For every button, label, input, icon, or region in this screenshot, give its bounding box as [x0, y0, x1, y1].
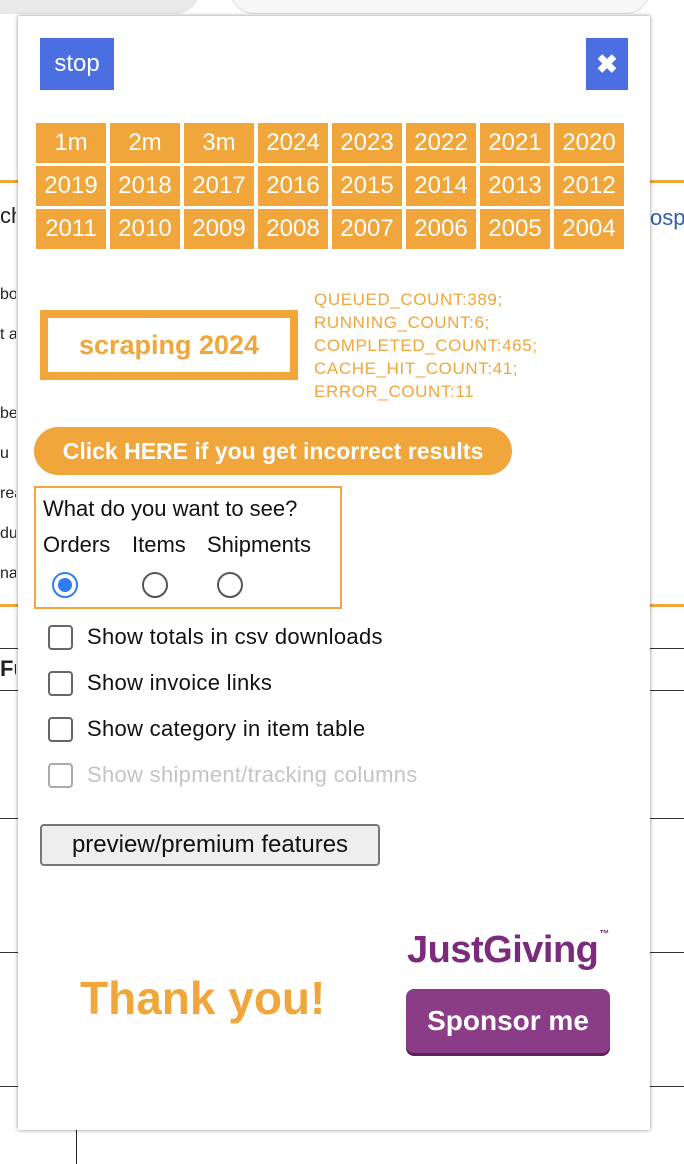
option-invoice-links[interactable]: Show invoice links: [48, 668, 272, 698]
checkbox-label: Show category in item table: [87, 716, 366, 741]
checkbox-invoice-links[interactable]: [48, 670, 73, 696]
checkbox-show-category[interactable]: [48, 716, 73, 742]
bg-fragment: ch: [0, 203, 16, 228]
scraping-status: scraping 2024: [40, 310, 298, 380]
range-button-1m[interactable]: 1m: [36, 123, 106, 163]
date-range-grid: 1m 2m 3m 2024 2023 2022 2021 2020 2019 2…: [36, 123, 624, 249]
year-button-2019[interactable]: 2019: [36, 166, 106, 206]
year-button-2024[interactable]: 2024: [258, 123, 328, 163]
option-shipment-columns: Show shipment/tracking columns: [48, 760, 418, 790]
checkbox-show-totals[interactable]: [48, 624, 73, 650]
stat-queued: QUEUED_COUNT:389;: [314, 290, 503, 309]
justgiving-logo-text: JustGiving: [407, 929, 599, 971]
scraper-popup: stop ✖ 1m 2m 3m 2024 2023 2022 2021 2020…: [18, 16, 650, 1130]
option-show-category[interactable]: Show category in item table: [48, 714, 365, 744]
bg-fragment-bold: Fu: [0, 656, 16, 681]
bg-fragment: t a: [0, 326, 16, 343]
bg-fragment: be: [0, 405, 16, 422]
year-button-2017[interactable]: 2017: [184, 166, 254, 206]
bg-fragment: nar: [0, 565, 16, 582]
stat-error: ERROR_COUNT:11: [314, 382, 475, 401]
year-button-2007[interactable]: 2007: [332, 209, 402, 249]
checkbox-shipment-columns: [48, 762, 73, 788]
sponsor-me-button[interactable]: Sponsor me: [406, 989, 610, 1053]
bg-fragment: bou: [0, 286, 16, 303]
browser-tab-right: [230, 0, 650, 14]
trademark-mark: ™: [599, 929, 609, 940]
bg-fragment: u: [0, 445, 9, 462]
range-button-2m[interactable]: 2m: [110, 123, 180, 163]
year-button-2022[interactable]: 2022: [406, 123, 476, 163]
scrape-stats: QUEUED_COUNT:389; RUNNING_COUNT:6; COMPL…: [314, 288, 538, 403]
year-button-2020[interactable]: 2020: [554, 123, 624, 163]
radio-shipments[interactable]: [217, 572, 243, 598]
year-button-2006[interactable]: 2006: [406, 209, 476, 249]
year-button-2021[interactable]: 2021: [480, 123, 550, 163]
bg-fragment: du: [0, 525, 16, 542]
thank-you-text: Thank you!: [80, 972, 326, 1024]
option-show-totals[interactable]: Show totals in csv downloads: [48, 622, 383, 652]
browser-tab-left: [0, 0, 200, 14]
checkbox-label: Show shipment/tracking columns: [87, 762, 418, 787]
year-button-2012[interactable]: 2012: [554, 166, 624, 206]
stat-cache-hit: CACHE_HIT_COUNT:41;: [314, 359, 519, 378]
year-button-2013[interactable]: 2013: [480, 166, 550, 206]
option-label-orders: Orders: [43, 532, 111, 557]
year-button-2009[interactable]: 2009: [184, 209, 254, 249]
year-button-2023[interactable]: 2023: [332, 123, 402, 163]
year-button-2004[interactable]: 2004: [554, 209, 624, 249]
year-button-2005[interactable]: 2005: [480, 209, 550, 249]
stat-completed: COMPLETED_COUNT:465;: [314, 336, 538, 355]
bg-fragment-link: ospi: [650, 205, 684, 230]
stat-running: RUNNING_COUNT:6;: [314, 313, 490, 332]
bg-fragment: rea: [0, 485, 16, 502]
year-button-2008[interactable]: 2008: [258, 209, 328, 249]
close-icon: ✖: [596, 48, 618, 79]
option-label-items: Items: [132, 532, 186, 557]
range-button-3m[interactable]: 3m: [184, 123, 254, 163]
year-button-2016[interactable]: 2016: [258, 166, 328, 206]
year-button-2018[interactable]: 2018: [110, 166, 180, 206]
year-button-2010[interactable]: 2010: [110, 209, 180, 249]
justgiving-logo[interactable]: JustGiving™: [407, 929, 609, 972]
option-label-shipments: Shipments: [207, 532, 311, 557]
radio-items[interactable]: [142, 572, 168, 598]
year-button-2014[interactable]: 2014: [406, 166, 476, 206]
year-button-2015[interactable]: 2015: [332, 166, 402, 206]
view-question: What do you want to see?: [43, 496, 298, 521]
close-button[interactable]: ✖: [586, 38, 628, 90]
view-selector: What do you want to see? Orders Items Sh…: [34, 486, 342, 609]
incorrect-results-button[interactable]: Click HERE if you get incorrect results: [34, 427, 512, 475]
stop-button[interactable]: stop: [40, 38, 114, 90]
year-button-2011[interactable]: 2011: [36, 209, 106, 249]
radio-orders[interactable]: [52, 572, 78, 598]
checkbox-label: Show totals in csv downloads: [87, 624, 383, 649]
checkbox-label: Show invoice links: [87, 670, 273, 695]
premium-features-button[interactable]: preview/premium features: [40, 824, 380, 866]
